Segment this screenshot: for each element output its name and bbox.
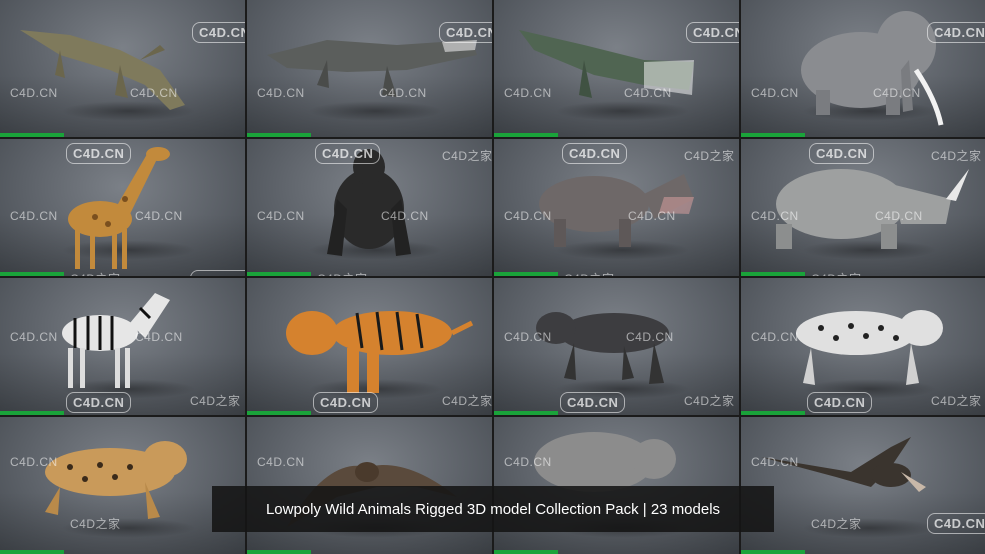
watermark-site: C4D.CN [135,330,183,344]
watermark-site: C4D.CN [257,209,305,223]
brand-strip [247,272,311,276]
watermark-site: C4D.CN [381,209,429,223]
brand-strip [0,272,64,276]
watermark-site: C4D.CN [751,330,799,344]
brand-strip [0,411,64,415]
watermark-site: C4D.CN [751,86,799,100]
brand-strip [247,411,311,415]
tile-gorilla: C4D.CN C4D之家 C4D.CN C4D.CN C4D之家 [247,139,492,276]
watermark-site: C4D.CN [751,455,799,469]
watermark-logo: C4D.CN [192,22,245,43]
brand-strip [247,550,311,554]
watermark-site: C4D.CN [504,209,552,223]
watermark-site: C4D.CN [10,86,58,100]
tile-giraffe: C4D.CN C4D.CN C4D.CN C4D之家 C4D.CN [0,139,245,276]
brand-strip [494,272,558,276]
watermark-home: C4D之家 [442,394,492,408]
watermark-site: C4D.CN [504,455,552,469]
crocodile-model [20,30,185,110]
watermark-site: C4D.CN [379,86,427,100]
crocodile-model [267,40,477,97]
watermark-home: C4D之家 [684,149,735,163]
watermark-logo: C4D.CN [927,22,985,43]
brand-strip [247,133,311,137]
watermark-logo: C4D.CN [807,392,873,413]
watermark-site: C4D.CN [873,86,921,100]
elephant-model [801,11,944,126]
watermark-site: C4D.CN [257,455,305,469]
caption-banner: Lowpoly Wild Animals Rigged 3D model Col… [212,486,774,532]
tile-elephant: C4D.CN C4D.CN C4D.CN [741,0,985,137]
tile-vulture: C4D.CN C4D之家 C4D.CN [741,417,985,554]
tile-tiger: C4D.CN C4D之家 [247,278,492,415]
animal-preview-grid: C4D.CN C4D.CN C4D.CN C4D.CN C4D.CN C4D.C… [0,0,985,554]
tile-zebra: C4D.CN C4D.CN C4D.CN C4D之家 [0,278,245,415]
watermark-site: C4D.CN [751,209,799,223]
watermark-logo: C4D.CN [562,143,628,164]
watermark-home: C4D之家 [931,394,982,408]
watermark-logo: C4D.CN [66,143,132,164]
watermark-logo: C4D.CN [66,392,132,413]
brand-strip [741,133,805,137]
tile-rhino: C4D.CN C4D之家 C4D.CN C4D.CN C4D之家 [741,139,985,276]
watermark-site: C4D.CN [875,209,923,223]
crocodile-model [519,30,694,98]
tile-crocodile-3: C4D.CN C4D.CN C4D.CN [494,0,739,137]
tile-crocodile-1: C4D.CN C4D.CN C4D.CN [0,0,245,137]
brand-strip [741,272,805,276]
tile-hippo: C4D.CN C4D之家 C4D.CN C4D.CN C4D之家 [494,139,739,276]
watermark-site: C4D.CN [626,330,674,344]
watermark-home: C4D之家 [317,270,368,276]
brand-strip [494,411,558,415]
watermark-home: C4D之家 [70,270,121,276]
brand-strip [741,411,805,415]
watermark-home: C4D之家 [442,149,492,163]
tile-snow-leopard: C4D.CN C4D.CN C4D之家 [741,278,985,415]
tile-panther: C4D.CN C4D.CN C4D.CN C4D之家 [494,278,739,415]
watermark-site: C4D.CN [504,86,552,100]
watermark-home: C4D之家 [931,149,982,163]
watermark-site: C4D.CN [135,209,183,223]
watermark-home: C4D之家 [684,394,735,408]
watermark-logo: C4D.CN [560,392,626,413]
watermark-home: C4D之家 [190,394,241,408]
tile-crocodile-2: C4D.CN C4D.CN C4D.CN [247,0,492,137]
watermark-logo: C4D.CN [809,143,875,164]
watermark-site: C4D.CN [624,86,672,100]
brand-strip [494,133,558,137]
watermark-logo: C4D.CN [927,513,985,534]
watermark-site: C4D.CN [504,330,552,344]
brand-strip [0,133,64,137]
watermark-logo: C4D.CN [313,392,379,413]
watermark-home: C4D之家 [564,270,615,276]
watermark-site: C4D.CN [628,209,676,223]
watermark-site: C4D.CN [10,330,58,344]
watermark-home: C4D之家 [70,517,121,531]
watermark-home: C4D之家 [811,270,862,276]
tile-leopard: C4D.CN C4D之家 [0,417,245,554]
watermark-logo: C4D.CN [686,22,739,43]
brand-strip [494,550,558,554]
watermark-logo: C4D.CN [190,270,245,276]
leopard-model [45,441,187,519]
watermark-site: C4D.CN [10,455,58,469]
watermark-site: C4D.CN [257,86,305,100]
watermark-site: C4D.CN [10,209,58,223]
watermark-home: C4D之家 [811,517,862,531]
brand-strip [741,550,805,554]
watermark-logo: C4D.CN [315,143,381,164]
brand-strip [0,550,64,554]
watermark-logo: C4D.CN [439,22,492,43]
watermark-site: C4D.CN [130,86,178,100]
